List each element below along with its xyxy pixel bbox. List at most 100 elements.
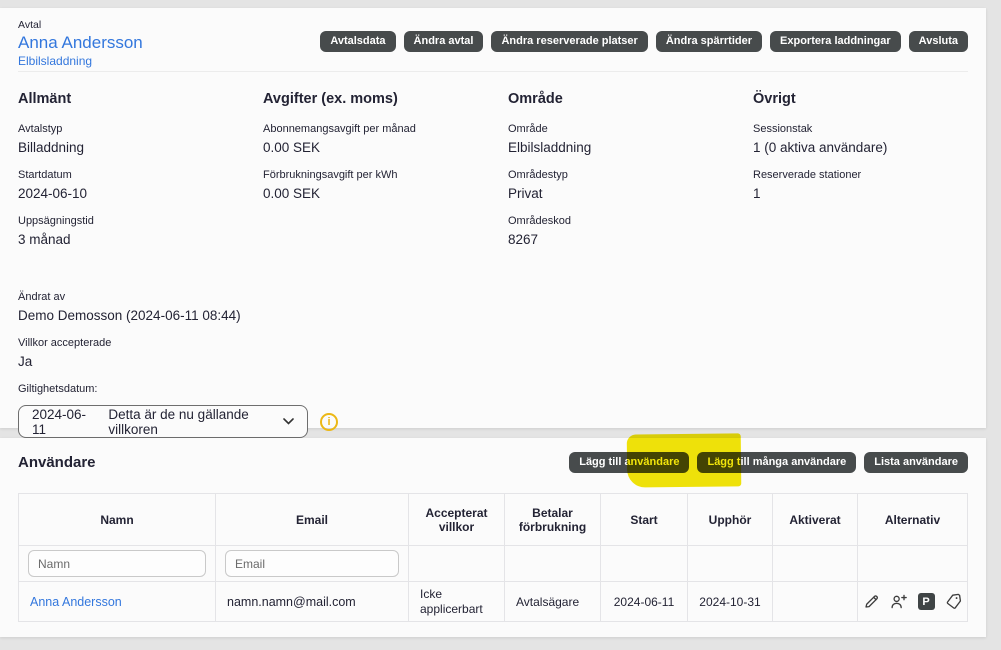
table-row: Anna Andersson namn.namn@mail.com Icke a… [18, 581, 968, 622]
details-column-ovrigt: Övrigt Sessionstak 1 (0 aktiva användare… [753, 91, 998, 261]
field-label: Startdatum [18, 169, 72, 181]
avsluta-button[interactable]: Avsluta [908, 31, 968, 52]
header-start: Start [600, 493, 688, 546]
lista-anvandare-button[interactable]: Lista användare [864, 452, 968, 473]
field-label: Områdestyp [508, 169, 568, 181]
validity-block: Giltighetsdatum: 2024-06-11 Detta är de … [18, 383, 968, 438]
user-name-link[interactable]: Anna Andersson [30, 595, 122, 609]
lagg-till-manga-anvandare-button[interactable]: Lägg till många användare [697, 452, 857, 473]
user-email: namn.namn@mail.com [215, 581, 409, 622]
parking-icon[interactable]: P [917, 593, 935, 610]
field-value: 2024-06-10 [18, 186, 88, 201]
namn-filter-input[interactable] [28, 550, 206, 577]
chevron-down-icon [283, 418, 294, 425]
column-title: Övrigt [753, 91, 796, 107]
field-label: Villkor accepterade [18, 337, 112, 349]
field-label: Område [508, 123, 548, 135]
agreement-card: Avtal Anna Andersson Elbilsladdning Avta… [0, 8, 986, 438]
field-sessionstak: Sessionstak 1 (0 aktiva användare) [753, 123, 998, 155]
details-column-avgifter: Avgifter (ex. moms) Abonnemangsavgift pe… [263, 91, 508, 261]
field-abonnemangsavgift: Abonnemangsavgift per månad 0.00 SEK [263, 123, 508, 155]
user-betalar-forbrukning: Avtalsägare [504, 581, 601, 622]
header-accepterat-villkor: Accepterat villkor [408, 493, 505, 546]
column-title: Allmänt [18, 91, 72, 107]
andra-sparrtider-button[interactable]: Ändra spärrtider [655, 31, 763, 52]
avtalsdata-button[interactable]: Avtalsdata [320, 31, 396, 52]
column-title: Avgifter (ex. moms) [263, 91, 398, 107]
field-label: Sessionstak [753, 123, 813, 135]
header-namn: Namn [18, 493, 216, 546]
field-value: Ja [18, 354, 33, 369]
andra-avtal-button[interactable]: Ändra avtal [403, 31, 484, 52]
users-header: Användare Lägg till användare Lägg till … [18, 438, 968, 473]
field-uppsagningstid: Uppsägningstid 3 månad [18, 215, 263, 247]
field-label: Ändrat av [18, 291, 66, 303]
field-label: Reserverade stationer [753, 169, 862, 181]
field-value: 3 månad [18, 232, 71, 247]
user-action-icons: P [858, 593, 967, 610]
field-omrade: Område Elbilsladdning [508, 123, 753, 155]
header-aktiverat: Aktiverat [772, 493, 858, 546]
users-actions: Lägg till användare Lägg till många anvä… [569, 452, 968, 473]
header-upphor: Upphör [687, 493, 773, 546]
field-reserverade-stationer: Reserverade stationer 1 [753, 169, 998, 201]
field-label: Avtalstyp [18, 123, 63, 135]
field-value: 1 [753, 186, 761, 201]
field-startdatum: Startdatum 2024-06-10 [18, 169, 263, 201]
agreement-area-link[interactable]: Elbilsladdning [18, 54, 143, 68]
user-aktiverat [772, 581, 858, 622]
edit-icon[interactable] [863, 593, 880, 610]
field-value: 0.00 SEK [263, 186, 321, 201]
field-label: Förbrukningsavgift per kWh [263, 169, 398, 181]
page: Avtal Anna Andersson Elbilsladdning Avta… [0, 0, 1001, 650]
tag-icon[interactable] [945, 593, 963, 610]
add-user-icon[interactable] [890, 593, 908, 610]
field-value: Demo Demosson (2024-06-11 08:44) [18, 308, 241, 323]
field-value: 1 (0 aktiva användare) [753, 140, 888, 155]
agreement-label: Avtal [18, 19, 42, 31]
details-column-omrade: Område Område Elbilsladdning Områdestyp … [508, 91, 753, 261]
users-title: Användare [18, 454, 96, 471]
users-card: Användare Lägg till användare Lägg till … [0, 438, 986, 637]
table-filter-row [18, 545, 968, 582]
field-villkor-accepterade: Villkor accepterade Ja [18, 337, 968, 369]
agreement-header: Avtal Anna Andersson Elbilsladdning Avta… [18, 8, 968, 72]
field-andrat-av: Ändrat av Demo Demosson (2024-06-11 08:4… [18, 291, 968, 323]
user-start-date: 2024-06-11 [600, 581, 688, 622]
user-accepterat-villkor: Icke applicerbart [408, 581, 505, 622]
info-icon[interactable]: i [320, 412, 338, 431]
selected-date: 2024-06-11 [32, 406, 87, 437]
table-header-row: Namn Email Accepterat villkor Betalar fö… [18, 493, 968, 546]
details-grid: Allmänt Avtalstyp Billaddning Startdatum… [18, 91, 968, 261]
agreement-title-block: Avtal Anna Andersson Elbilsladdning [18, 19, 143, 68]
header-alternativ: Alternativ [857, 493, 968, 546]
users-table: Namn Email Accepterat villkor Betalar fö… [18, 493, 968, 622]
field-value: 8267 [508, 232, 539, 247]
giltighetsdatum-select[interactable]: 2024-06-11 Detta är de nu gällande villk… [18, 405, 308, 438]
field-value: Billaddning [18, 140, 85, 155]
field-omradestyp: Områdestyp Privat [508, 169, 753, 201]
selected-text: Detta är de nu gällande villkoren [108, 406, 249, 437]
field-label: Områdeskod [508, 215, 571, 227]
header-email: Email [215, 493, 409, 546]
user-upphor-date: 2024-10-31 [687, 581, 773, 622]
field-omradeskod: Områdeskod 8267 [508, 215, 753, 247]
agreement-actions: Avtalsdata Ändra avtal Ändra reserverade… [320, 31, 968, 52]
field-forbrukningsavgift: Förbrukningsavgift per kWh 0.00 SEK [263, 169, 508, 201]
andra-reserverade-platser-button[interactable]: Ändra reserverade platser [491, 31, 648, 52]
field-label: Abonnemangsavgift per månad [263, 123, 416, 135]
field-value: Privat [508, 186, 543, 201]
field-label: Uppsägningstid [18, 215, 94, 227]
meta-block: Ändrat av Demo Demosson (2024-06-11 08:4… [18, 291, 968, 369]
details-column-allmant: Allmänt Avtalstyp Billaddning Startdatum… [18, 91, 263, 261]
agreement-owner-link[interactable]: Anna Andersson [18, 33, 143, 53]
giltighetsdatum-label: Giltighetsdatum: [18, 383, 98, 395]
column-title: Område [508, 91, 563, 107]
field-avtalstyp: Avtalstyp Billaddning [18, 123, 263, 155]
field-value: Elbilsladdning [508, 140, 592, 155]
lagg-till-anvandare-button[interactable]: Lägg till användare [569, 452, 690, 473]
email-filter-input[interactable] [225, 550, 399, 577]
exportera-laddningar-button[interactable]: Exportera laddningar [770, 31, 901, 52]
header-betalar-forbrukning: Betalar förbrukning [504, 493, 601, 546]
field-value: 0.00 SEK [263, 140, 321, 155]
